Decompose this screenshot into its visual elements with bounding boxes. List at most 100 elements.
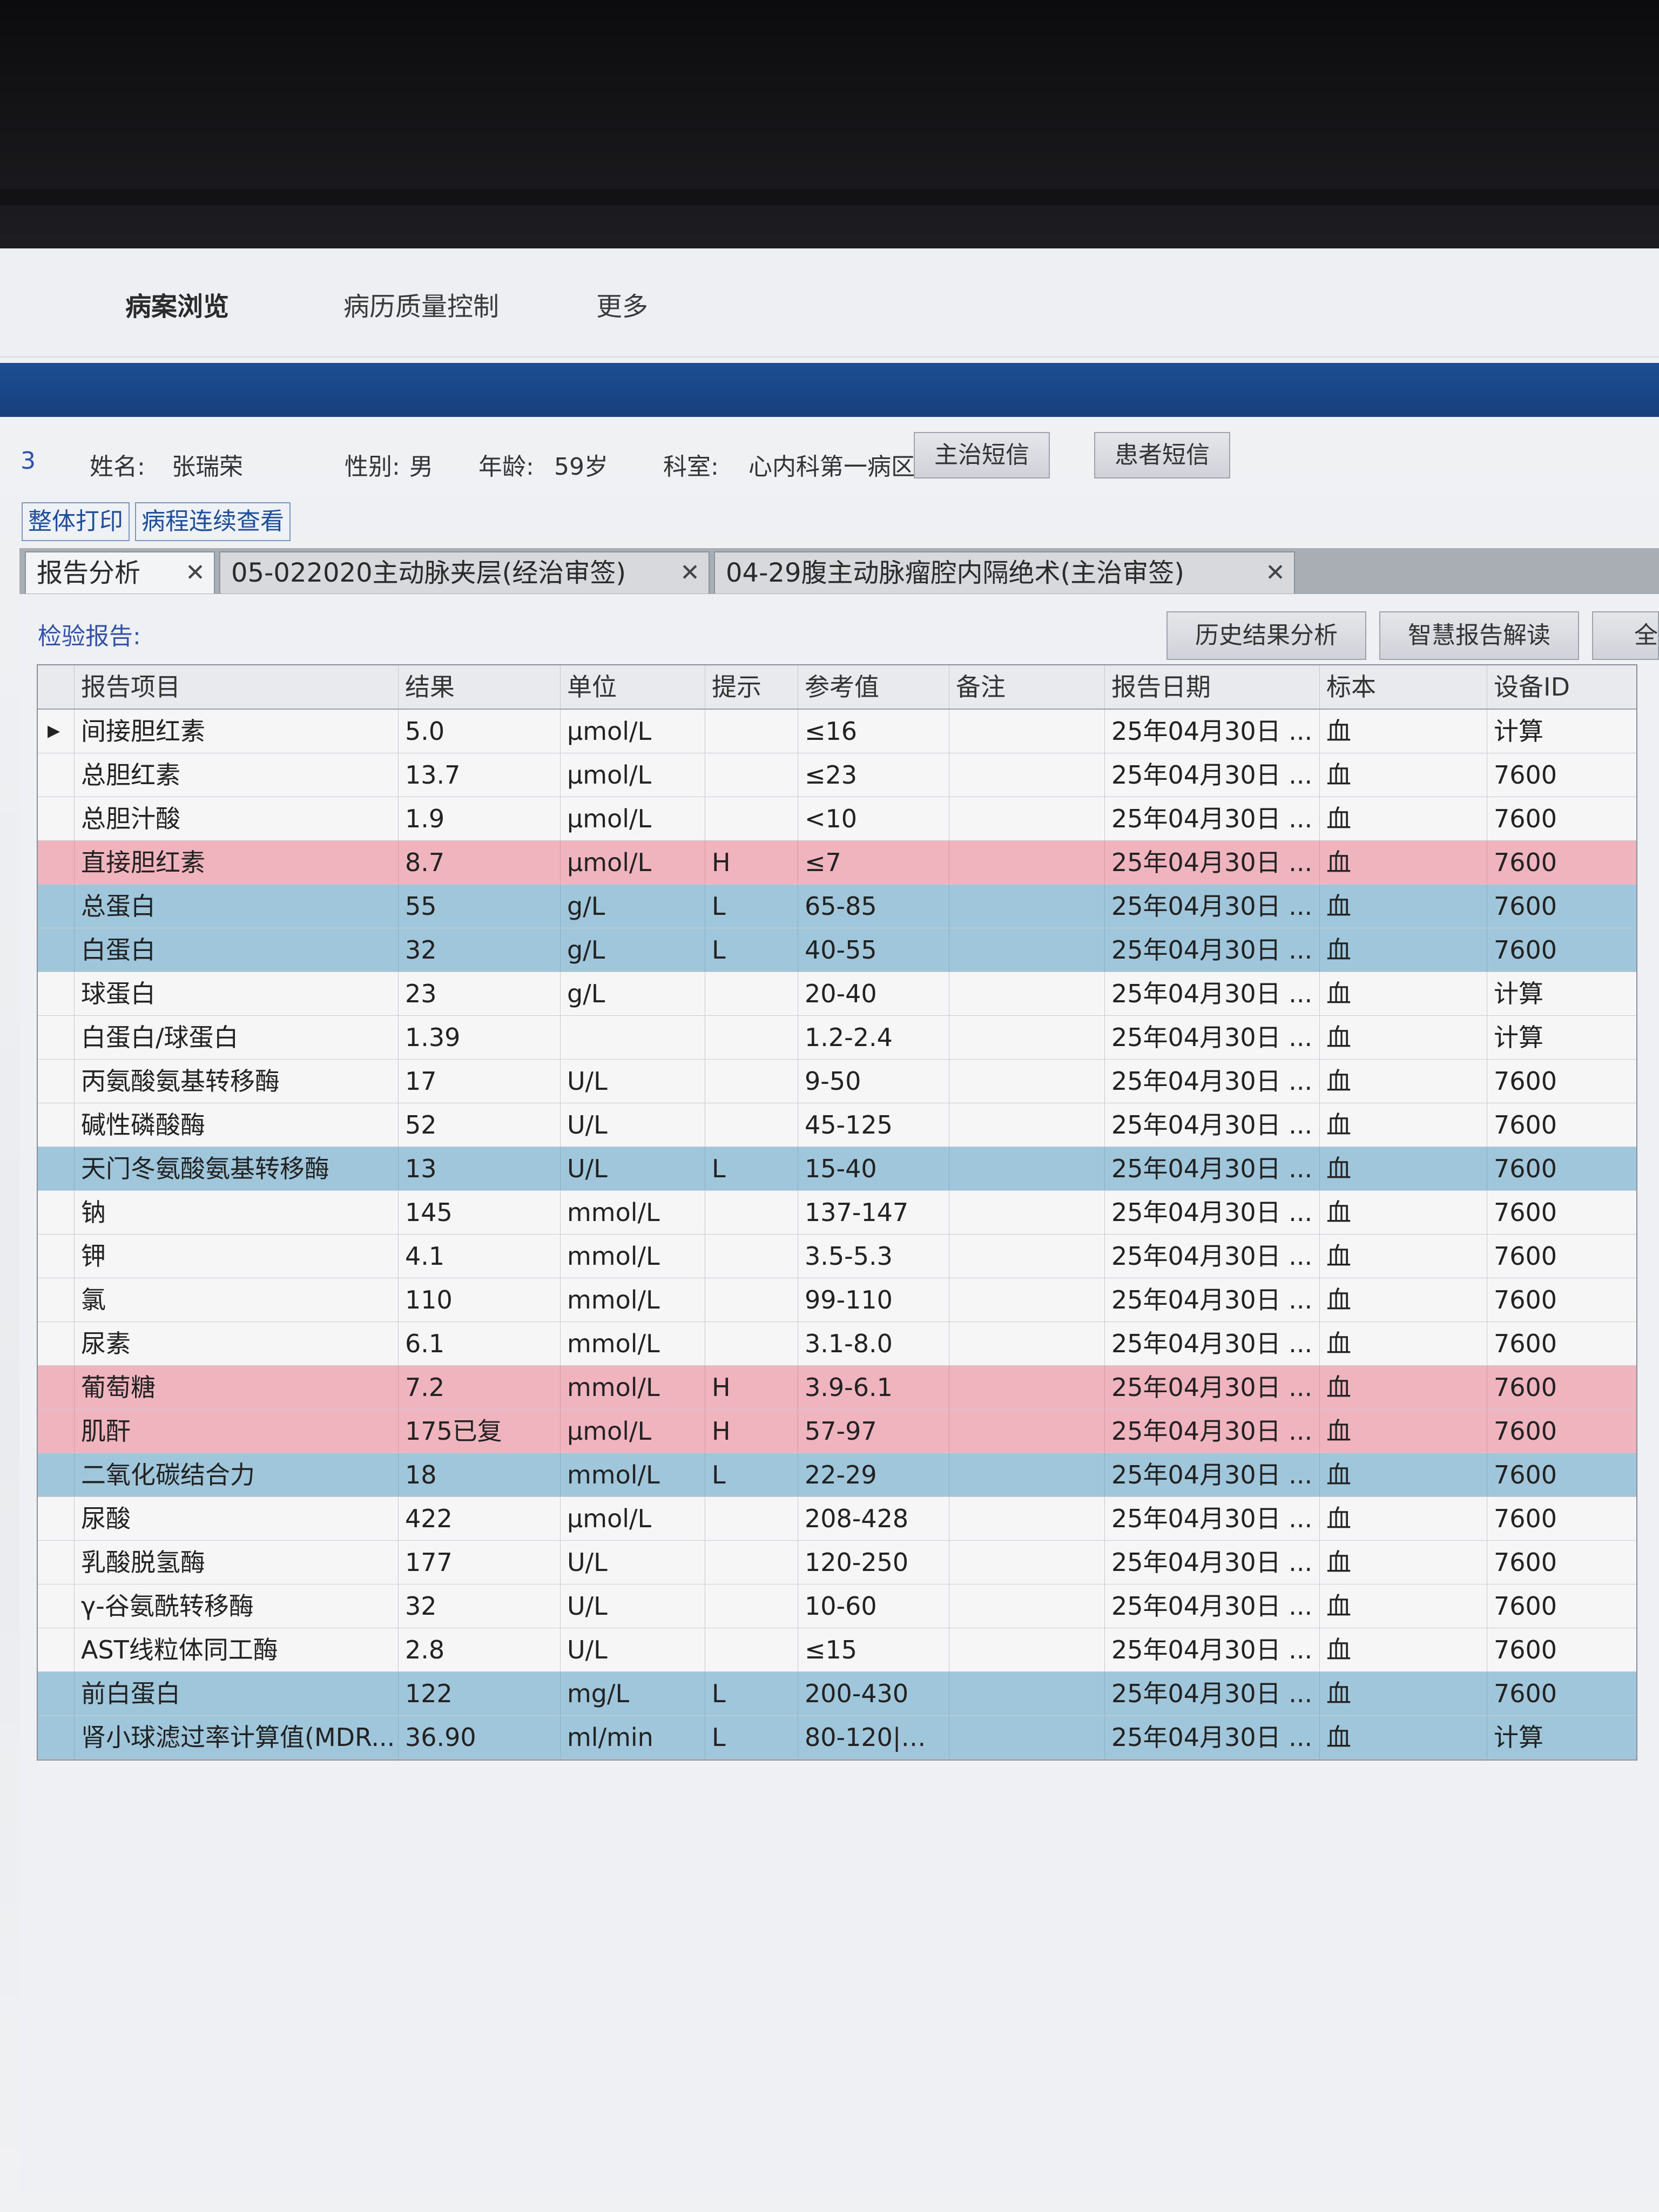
col-header-note[interactable]: 备注 (949, 665, 1105, 709)
doctor-sms-button[interactable]: 主治短信 (914, 432, 1050, 478)
cell-device: 7600 (1494, 1198, 1557, 1227)
cell-reference: 65-85 (798, 885, 949, 928)
col-header-flag[interactable]: 提示 (705, 665, 798, 709)
table-row[interactable]: 总胆红素 13.7 µmol/L ≤23 25年04月30日 ... 血 7600 (38, 753, 1636, 797)
cell-specimen: 血 (1320, 1716, 1487, 1759)
course-continuous-view-button[interactable]: 病程连续查看 (135, 502, 291, 541)
cell-result: 23 (399, 972, 561, 1015)
cell-unit: mg/L (561, 1672, 705, 1715)
table-row[interactable]: 丙氨酸氨基转移酶 17 U/L 9-50 25年04月30日 ... 血 7600 (38, 1060, 1636, 1103)
smart-report-button[interactable]: 智慧报告解读 (1379, 611, 1579, 660)
cell-flag (705, 797, 798, 840)
history-analysis-button[interactable]: 历史结果分析 (1166, 611, 1366, 660)
cell-device: 7600 (1494, 1460, 1557, 1489)
cell-date: 25年04月30日 ... (1105, 1453, 1320, 1496)
table-row[interactable]: 乳酸脱氢酶 177 U/L 120-250 25年04月30日 ... 血 7600 (38, 1541, 1636, 1584)
table-row[interactable]: 白蛋白/球蛋白 1.39 1.2-2.4 25年04月30日 ... 血计算 (38, 1016, 1636, 1060)
cell-item: 丙氨酸氨基转移酶 (75, 1060, 399, 1103)
cell-note (949, 885, 1105, 928)
print-all-button[interactable]: 整体打印 (22, 502, 130, 541)
table-row[interactable]: 尿酸 422 µmol/L 208-428 25年04月30日 ... 血 7600 (38, 1497, 1636, 1541)
table-row[interactable]: 白蛋白 32 g/L L 40-55 25年04月30日 ... 血 7600 (38, 928, 1636, 972)
table-row[interactable]: 二氧化碳结合力 18 mmol/L L 22-29 25年04月30日 ... 血 7600 (38, 1453, 1636, 1497)
cell-device: 7600 (1494, 1154, 1557, 1183)
cell-date: 25年04月30日 ... (1105, 1147, 1320, 1190)
table-row[interactable]: 直接胆红素 8.7 µmol/L H ≤7 25年04月30日 ... 血 7600 (38, 841, 1636, 885)
menu-record-browse[interactable]: 病案浏览 (125, 285, 229, 323)
table-row[interactable]: ▶ 间接胆红素 5.0 µmol/L ≤16 25年04月30日 ... 血计算 (38, 710, 1636, 753)
tab-aneurysm-surgery-record[interactable]: 04-29腹主动脉瘤腔内隔绝术(主治审签) ✕ (714, 551, 1295, 594)
cell-reference: 3.1-8.0 (798, 1322, 949, 1365)
row-marker (38, 1278, 75, 1321)
table-row[interactable]: 总蛋白 55 g/L L 65-85 25年04月30日 ... 血 7600 (38, 885, 1636, 928)
cell-flag (705, 1322, 798, 1365)
tab-report-analysis[interactable]: 报告分析 ✕ (25, 551, 215, 594)
table-row[interactable]: 钠 145 mmol/L 137-147 25年04月30日 ... 血 7600 (38, 1191, 1636, 1235)
table-row[interactable]: 尿素 6.1 mmol/L 3.1-8.0 25年04月30日 ... 血 7600 (38, 1322, 1636, 1366)
row-marker-header (38, 665, 75, 709)
table-row[interactable]: AST线粒体同工酶 2.8 U/L ≤15 25年04月30日 ... 血 7600 (38, 1628, 1636, 1672)
cell-item: 白蛋白/球蛋白 (75, 1016, 399, 1059)
cell-item: 碱性磷酸酶 (75, 1103, 399, 1147)
cell-specimen: 血 (1320, 1628, 1487, 1671)
table-row[interactable]: 葡萄糖 7.2 mmol/L H 3.9-6.1 25年04月30日 ... 血 7600 (38, 1366, 1636, 1410)
table-row[interactable]: 碱性磷酸酶 52 U/L 45-125 25年04月30日 ... 血 7600 (38, 1103, 1636, 1147)
table-row[interactable]: 前白蛋白 122 mg/L L 200-430 25年04月30日 ... 血 7600 (38, 1672, 1636, 1716)
cell-unit: mmol/L (561, 1322, 705, 1365)
cell-reference: 20-40 (798, 972, 949, 1015)
cell-result: 8.7 (399, 841, 561, 884)
cell-reference: 3.5-5.3 (798, 1235, 949, 1278)
col-header-item[interactable]: 报告项目 (75, 665, 399, 709)
cell-result: 2.8 (399, 1628, 561, 1671)
cell-device: 7600 (1494, 760, 1557, 790)
menu-quality-control[interactable]: 病历质量控制 (343, 285, 499, 323)
patient-sms-button[interactable]: 患者短信 (1094, 432, 1230, 478)
table-row[interactable]: 钾 4.1 mmol/L 3.5-5.3 25年04月30日 ... 血 7600 (38, 1235, 1636, 1278)
close-icon[interactable]: ✕ (185, 552, 205, 594)
cell-unit: µmol/L (561, 753, 705, 797)
cell-result: 13 (399, 1147, 561, 1190)
cell-note (949, 1103, 1105, 1147)
all-button[interactable]: 全 (1592, 611, 1659, 660)
col-header-unit[interactable]: 单位 (561, 665, 705, 709)
cell-device: 计算 (1494, 717, 1543, 746)
cell-item: 葡萄糖 (75, 1366, 399, 1409)
cell-reference: 9-50 (798, 1060, 949, 1103)
table-row[interactable]: 氯 110 mmol/L 99-110 25年04月30日 ... 血 7600 (38, 1278, 1636, 1322)
col-header-date[interactable]: 报告日期 (1105, 665, 1320, 709)
cell-unit: g/L (561, 972, 705, 1015)
cell-unit: U/L (561, 1628, 705, 1671)
cell-item: 总胆红素 (75, 753, 399, 797)
col-header-device[interactable]: 设备ID (1487, 665, 1636, 709)
col-header-reference[interactable]: 参考值 (798, 665, 949, 709)
col-header-specimen[interactable]: 标本 (1320, 665, 1487, 709)
cell-specimen: 血 (1320, 1366, 1487, 1409)
cell-reference: 200-430 (798, 1672, 949, 1715)
cell-unit: mmol/L (561, 1235, 705, 1278)
row-marker (38, 1103, 75, 1147)
table-row[interactable]: 肾小球滤过率计算值(MDR... 36.90 ml/min L 80-120|计... 2… (38, 1716, 1636, 1759)
table-row[interactable]: 总胆汁酸 1.9 µmol/L <10 25年04月30日 ... 血 7600 (38, 797, 1636, 841)
patient-age-label: 年龄: (478, 453, 534, 481)
cell-unit: mmol/L (561, 1366, 705, 1409)
table-row[interactable]: 球蛋白 23 g/L 20-40 25年04月30日 ... 血计算 (38, 972, 1636, 1016)
col-header-result[interactable]: 结果 (399, 665, 561, 709)
row-marker (38, 1584, 75, 1628)
cell-reference: 40-55 (798, 928, 949, 972)
cell-date: 25年04月30日 ... (1105, 797, 1320, 840)
close-icon[interactable]: ✕ (680, 552, 700, 594)
patient-name-label: 姓名: (90, 453, 145, 481)
table-row[interactable]: γ-谷氨酰转移酶 32 U/L 10-60 25年04月30日 ... 血 7600 (38, 1584, 1636, 1628)
cell-specimen: 血 (1320, 1453, 1487, 1496)
table-row[interactable]: 天门冬氨酸氨基转移酶 13 U/L L 15-40 25年04月30日 ... 血 7600 (38, 1147, 1636, 1191)
cell-date: 25年04月30日 ... (1105, 885, 1320, 928)
table-row[interactable]: 肌酐 175已复 µmol/L H 57-97 25年04月30日 ... 血 7600 (38, 1410, 1636, 1453)
menu-more[interactable]: 更多 (596, 285, 648, 323)
tab-aortic-dissection-record[interactable]: 05-022020主动脉夹层(经治审签) ✕ (219, 551, 710, 594)
tab-label: 报告分析 (37, 558, 141, 588)
cell-flag: H (705, 1366, 798, 1409)
close-icon[interactable]: ✕ (1265, 552, 1285, 594)
cell-specimen: 血 (1320, 1497, 1487, 1540)
cell-item: 氯 (75, 1278, 399, 1321)
cell-date: 25年04月30日 ... (1105, 1410, 1320, 1453)
